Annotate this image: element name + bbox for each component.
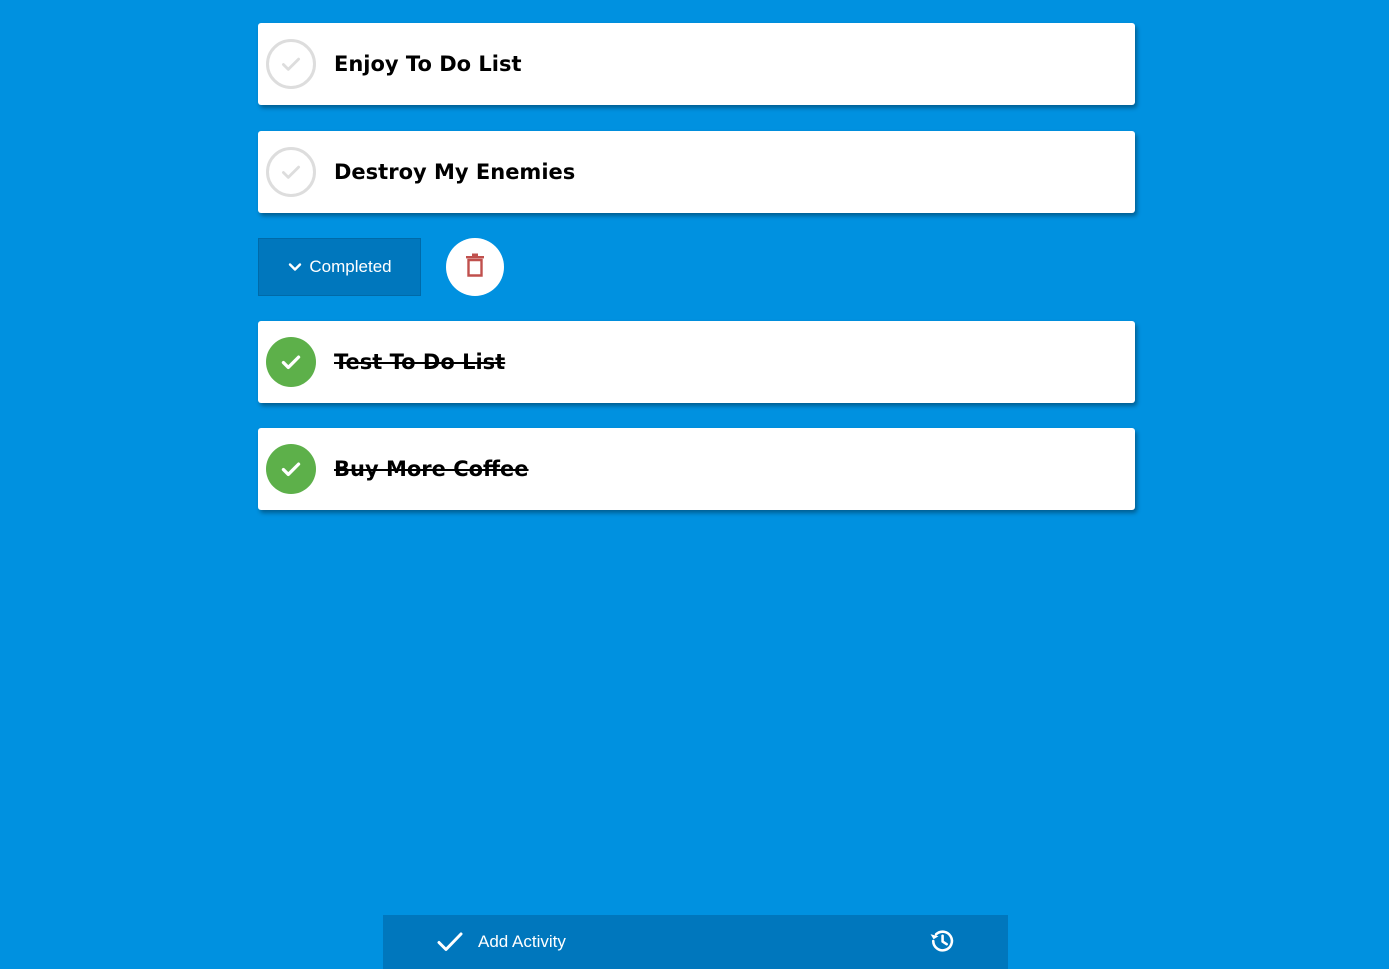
todo-item-completed: Buy More Coffee <box>258 428 1135 510</box>
add-activity-label: Add Activity <box>478 932 566 951</box>
todo-app: Enjoy To Do List Destroy My Enemies Comp… <box>0 0 1389 969</box>
history-icon <box>928 927 956 960</box>
check-circle-filled-icon[interactable] <box>266 444 316 494</box>
completed-toggle-label: Completed <box>309 257 392 276</box>
history-button[interactable] <box>927 928 957 958</box>
check-circle-outline-icon[interactable] <box>266 147 316 197</box>
trash-icon <box>464 253 486 282</box>
todo-text: Destroy My Enemies <box>334 160 576 184</box>
todo-item-open: Enjoy To Do List <box>258 23 1135 105</box>
chevron-down-icon <box>287 259 303 275</box>
todo-text: Buy More Coffee <box>334 457 529 481</box>
check-circle-filled-icon[interactable] <box>266 337 316 387</box>
delete-completed-button[interactable] <box>446 238 504 296</box>
add-activity-button[interactable]: Add Activity <box>437 915 566 969</box>
completed-toggle-button[interactable]: Completed <box>258 238 421 296</box>
todo-text: Enjoy To Do List <box>334 52 522 76</box>
checkmark-icon <box>437 931 463 953</box>
check-circle-outline-icon[interactable] <box>266 39 316 89</box>
bottom-bar: Add Activity <box>383 915 1008 969</box>
todo-item-open: Destroy My Enemies <box>258 131 1135 213</box>
todo-text: Test To Do List <box>334 350 506 374</box>
todo-item-completed: Test To Do List <box>258 321 1135 403</box>
